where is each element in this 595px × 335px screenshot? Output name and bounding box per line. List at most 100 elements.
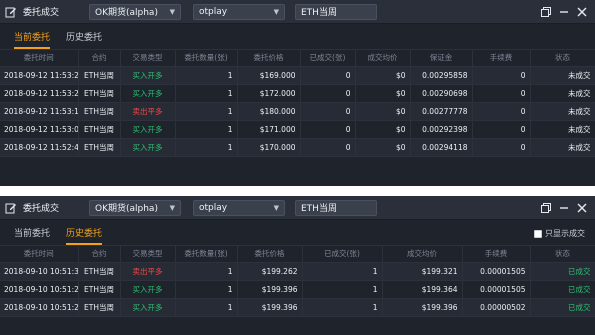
panel-titlebar: 委托成交 OK期货(alpha) ▼ otplay ▼ ETH当周 [0, 196, 595, 220]
panel-title: 委托成交 [23, 8, 60, 18]
cell-qty: 1 [175, 298, 238, 317]
close-icon[interactable] [577, 7, 587, 17]
column-header[interactable]: 已成交(张) [302, 246, 383, 263]
cell-price: $199.396 [237, 298, 303, 317]
exchange-select[interactable]: OK期货(alpha) ▼ [89, 199, 181, 216]
column-header[interactable]: 委托价格 [237, 50, 301, 67]
exchange-select-value: OK期货(alpha) [95, 204, 158, 214]
cell-price: $170.000 [237, 138, 301, 157]
cell-margin: 0.00277778 [410, 102, 473, 121]
cell-time: 2018-09-10 10:51:23 [0, 280, 79, 299]
restore-icon[interactable] [541, 202, 551, 213]
column-header[interactable]: 委托数量(张) [175, 50, 238, 67]
column-header[interactable]: 交易类型 [120, 50, 176, 67]
column-header[interactable]: 手续费 [462, 246, 531, 263]
tab-current-orders[interactable]: 当前委托 [14, 226, 50, 245]
cell-qty: 1 [175, 138, 238, 157]
cell-price: $180.000 [237, 102, 301, 121]
table-row[interactable]: 2018-09-10 10:51:23 ETH当周 买入开多 1 $199.39… [0, 298, 595, 317]
panel-titlebar: 委托成交 OK期货(alpha) ▼ otplay ▼ ETH当周 [0, 0, 595, 24]
account-select-value: otplay [199, 202, 228, 213]
cell-status: 未成交 [530, 84, 595, 103]
cell-status: 未成交 [530, 102, 595, 121]
account-select[interactable]: otplay ▼ [193, 199, 285, 216]
cell-avg-price: $0 [355, 102, 411, 121]
column-header[interactable]: 保证金 [410, 50, 473, 67]
orders-panel-top: 委托成交 OK期货(alpha) ▼ otplay ▼ ETH当周 当前委托 历… [0, 0, 595, 186]
column-header[interactable]: 委托数量(张) [175, 246, 238, 263]
cell-qty: 1 [175, 84, 238, 103]
column-header[interactable]: 手续费 [472, 50, 531, 67]
table-header-row: 委托时间 合约 交易类型 委托数量(张) 委托价格 已成交(张) 成交均价 手续… [0, 246, 595, 263]
column-header[interactable]: 成交均价 [382, 246, 463, 263]
column-header[interactable]: 委托时间 [0, 246, 79, 263]
contract-input[interactable]: ETH当周 [295, 199, 377, 216]
tab-order-history[interactable]: 历史委托 [66, 226, 103, 245]
cell-contract: ETH当周 [78, 84, 121, 103]
table-row[interactable]: 2018-09-12 11:53:27 ETH当周 买入开多 1 $169.00… [0, 66, 595, 85]
tabs-bar: 当前委托 历史委托 只显示成交 [0, 220, 595, 246]
tab-current-orders[interactable]: 当前委托 [14, 30, 51, 49]
table-row[interactable]: 2018-09-12 11:52:43 ETH当周 买入开多 1 $170.00… [0, 138, 595, 157]
cell-status: 已成交 [530, 262, 595, 281]
chevron-down-icon: ▼ [273, 203, 279, 212]
cell-status: 未成交 [530, 66, 595, 85]
column-header[interactable]: 合约 [78, 50, 121, 67]
cell-qty: 1 [175, 280, 238, 299]
cell-qty: 1 [175, 66, 238, 85]
cell-status: 已成交 [530, 298, 595, 317]
cell-time: 2018-09-12 11:53:27 [0, 66, 79, 85]
close-icon[interactable] [577, 203, 587, 213]
column-header[interactable]: 交易类型 [120, 246, 176, 263]
cell-contract: ETH当周 [78, 262, 121, 281]
table-row[interactable]: 2018-09-10 10:51:23 ETH当周 买入开多 1 $199.39… [0, 280, 595, 299]
restore-icon[interactable] [541, 6, 551, 17]
cell-margin: 0.00295858 [410, 66, 473, 85]
cell-time: 2018-09-12 11:53:20 [0, 84, 79, 103]
cell-fee: 0 [472, 84, 531, 103]
cell-fee: 0 [472, 102, 531, 121]
table-row[interactable]: 2018-09-12 11:53:03 ETH当周 买入开多 1 $171.00… [0, 120, 595, 139]
cell-contract: ETH当周 [78, 102, 121, 121]
cell-fee: 0.00001505 [462, 280, 531, 299]
minimize-icon[interactable] [559, 7, 569, 17]
column-header[interactable]: 状态 [530, 246, 595, 263]
table-row[interactable]: 2018-09-12 11:53:11 ETH当周 卖出平多 1 $180.00… [0, 102, 595, 121]
column-header[interactable]: 委托时间 [0, 50, 79, 67]
cell-margin: 0.00292398 [410, 120, 473, 139]
cell-contract: ETH当周 [78, 138, 121, 157]
minimize-icon[interactable] [559, 203, 569, 213]
cell-fee: 0.00001505 [462, 262, 531, 281]
cell-filled: 1 [302, 280, 383, 299]
cell-time: 2018-09-10 10:51:23 [0, 298, 79, 317]
cell-type: 卖出平多 [120, 102, 176, 121]
cell-status: 未成交 [530, 138, 595, 157]
column-header[interactable]: 已成交(张) [300, 50, 356, 67]
column-header[interactable]: 成交均价 [355, 50, 411, 67]
show-filled-only-toggle[interactable]: 只显示成交 [534, 228, 585, 239]
cell-contract: ETH当周 [78, 120, 121, 139]
edit-icon [5, 6, 17, 18]
cell-price: $172.000 [237, 84, 301, 103]
column-header[interactable]: 合约 [78, 246, 121, 263]
cell-status: 未成交 [530, 120, 595, 139]
edit-icon [5, 202, 17, 214]
cell-avg-price: $0 [355, 120, 411, 139]
account-select[interactable]: otplay ▼ [193, 3, 285, 20]
table-header-row: 委托时间 合约 交易类型 委托数量(张) 委托价格 已成交(张) 成交均价 保证… [0, 50, 595, 67]
column-header[interactable]: 委托价格 [237, 246, 303, 263]
cell-type: 买入开多 [120, 84, 176, 103]
exchange-select[interactable]: OK期货(alpha) ▼ [89, 3, 181, 20]
cell-price: $199.396 [237, 280, 303, 299]
cell-contract: ETH当周 [78, 280, 121, 299]
cell-avg-price: $199.396 [382, 298, 463, 317]
table-row[interactable]: 2018-09-12 11:53:20 ETH当周 买入开多 1 $172.00… [0, 84, 595, 103]
exchange-select-value: OK期货(alpha) [95, 8, 158, 18]
checkbox[interactable] [534, 229, 542, 238]
column-header[interactable]: 状态 [530, 50, 595, 67]
cell-filled: 0 [300, 120, 356, 139]
chevron-down-icon: ▼ [169, 203, 175, 212]
tab-order-history[interactable]: 历史委托 [66, 30, 102, 49]
contract-input[interactable]: ETH当周 [295, 3, 377, 20]
table-row[interactable]: 2018-09-10 10:51:30 ETH当周 卖出平多 1 $199.26… [0, 262, 595, 281]
